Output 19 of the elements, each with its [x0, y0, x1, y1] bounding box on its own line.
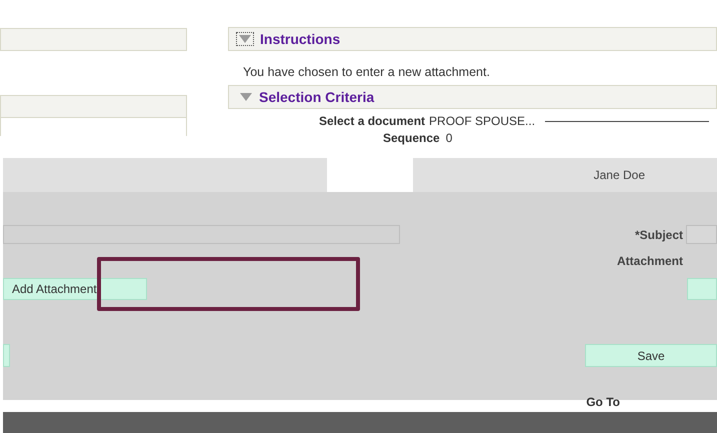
goto-label: Go To — [586, 396, 620, 411]
section-title: Instructions — [260, 30, 340, 48]
side-button[interactable] — [3, 344, 10, 367]
add-attachment-button[interactable]: Add Attachment — [3, 278, 147, 300]
sequence-label: Sequence — [383, 130, 440, 147]
instructions-text: You have chosen to enter a new attachment. — [243, 64, 491, 80]
subject-field[interactable] — [686, 225, 717, 244]
text-field[interactable] — [3, 225, 400, 244]
collapse-icon[interactable] — [238, 34, 252, 44]
document-value: PROOF SPOUSE... — [429, 113, 536, 130]
document-label: Select a document — [319, 113, 426, 130]
user-name: Jane Doe — [594, 167, 645, 184]
attach-button[interactable] — [687, 278, 717, 300]
section-title: Selection Criteria — [259, 88, 374, 106]
sequence-value: 0 — [446, 130, 452, 147]
subject-label: *Subject — [634, 226, 683, 244]
attachment-label: Attachment — [616, 253, 683, 270]
save-button[interactable]: Save — [585, 344, 717, 367]
collapse-icon[interactable] — [239, 92, 253, 102]
